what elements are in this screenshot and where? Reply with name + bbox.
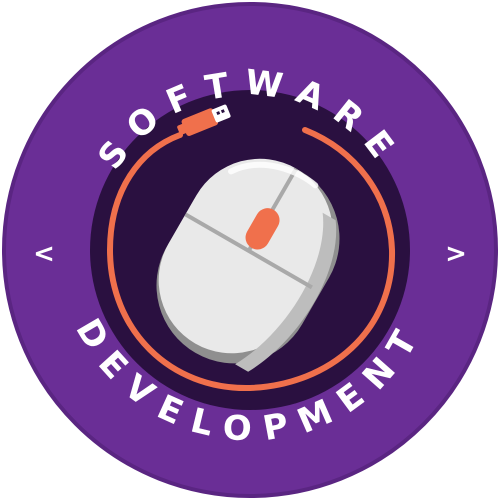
software-development-badge: SOFTWARE DEVELOPMENT < > xyxy=(0,0,500,500)
left-chevron-icon: < xyxy=(33,239,55,269)
badge-graphic: SOFTWARE DEVELOPMENT < > xyxy=(2,2,498,498)
right-chevron-icon: > xyxy=(445,239,467,269)
